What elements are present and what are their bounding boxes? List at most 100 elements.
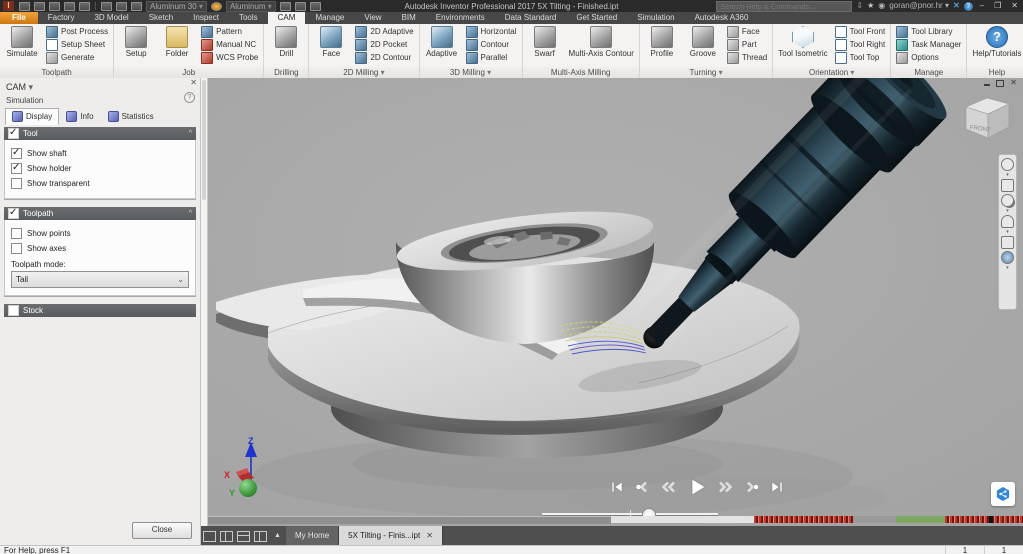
tool-library-button[interactable]: Tool Library [894,25,963,38]
ribbon-group-label-3d-milling[interactable]: 3D Milling [420,67,522,78]
3d-viewport[interactable]: ✕ FRONT ▾ ▾ ▾ ▾ Z X [208,78,1023,526]
show-shaft-checkbox[interactable] [11,148,22,159]
panel-help-icon[interactable]: ? [184,92,195,103]
scrollbar-thumb[interactable] [202,80,206,200]
setup-sheet-button[interactable]: Setup Sheet [44,38,110,51]
plus-icon[interactable] [310,2,321,11]
section-header-stock[interactable]: Stock [4,304,196,317]
horizontal-button[interactable]: Horizontal [464,25,519,38]
operation-timeline-bar[interactable] [208,516,1023,523]
tool-section-checkbox[interactable] [8,128,19,139]
tab-tools[interactable]: Tools [229,12,268,24]
ribbon-group-label-multi-axis-milling[interactable]: Multi-Axis Milling [523,67,639,78]
face-button[interactable]: Face [312,25,350,59]
tab-display[interactable]: Display [5,108,59,125]
user-account[interactable]: goran@pnor.hr ▾ [889,0,949,12]
profile-button[interactable]: Profile [643,25,681,59]
2d-adaptive-button[interactable]: 2D Adaptive [353,25,415,38]
orbit-icon[interactable] [1001,215,1014,228]
tab-info[interactable]: Info [59,108,100,125]
collapse-icon[interactable]: ^ [189,130,192,137]
walk-icon[interactable] [1001,251,1014,264]
full-navigation-wheel-icon[interactable] [1001,158,1014,171]
skip-to-start-button[interactable] [609,479,625,495]
generate-button[interactable]: Generate [44,51,110,64]
checkbox-row-show-holder[interactable]: Show holder [11,161,189,176]
simulate-button[interactable]: Simulate [3,25,41,59]
pan-icon[interactable] [1001,179,1014,192]
tab-environments[interactable]: Environments [426,12,495,24]
turning-part-button[interactable]: Part [725,38,769,51]
pattern-button[interactable]: Pattern [199,25,260,38]
toolpath-section-checkbox[interactable] [8,208,19,219]
tab-my-home[interactable]: My Home [286,526,339,545]
turning-thread-button[interactable]: Thread [725,51,769,64]
cascade-windows-icon[interactable] [203,531,216,542]
ribbon-group-label-manage[interactable]: Manage [891,67,966,78]
tool-front-button[interactable]: Tool Front [833,25,888,38]
material-ball-icon[interactable] [211,2,222,11]
next-operation-button[interactable] [744,479,760,495]
help-icon[interactable]: ? [964,2,973,11]
fx-icon[interactable] [295,2,306,11]
doc-restore-icon[interactable] [996,80,1004,87]
tab-inspect[interactable]: Inspect [183,12,229,24]
redo-icon[interactable] [79,2,90,11]
panel-scrollbar[interactable] [201,78,208,545]
chevron-down-icon[interactable]: ▾ [1006,266,1009,270]
exchange-apps-icon[interactable]: ✕ [953,0,960,12]
appearance-select[interactable]: Aluminum ▾ [226,1,276,12]
tab-cam[interactable]: CAM [268,12,306,24]
2d-pocket-button[interactable]: 2D Pocket [353,38,415,51]
skip-to-end-button[interactable] [769,479,785,495]
play-button[interactable] [686,476,708,498]
close-button[interactable]: ✕ [1008,0,1021,12]
drill-button[interactable]: Drill [267,25,305,59]
tab-sketch[interactable]: Sketch [139,12,183,24]
arrange-windows-icon[interactable] [254,531,267,542]
tool-right-button[interactable]: Tool Right [833,38,888,51]
tab-statistics[interactable]: Statistics [101,108,161,125]
groove-button[interactable]: Groove [684,25,722,59]
panel-title[interactable]: CAM ▾ [0,78,200,93]
undo-icon[interactable] [64,2,75,11]
inventor-logo[interactable]: I [3,1,14,11]
tool-isometric-button[interactable]: Tool Isometric [776,25,829,59]
ribbon-group-label-drilling[interactable]: Drilling [264,67,308,78]
adjust-icon[interactable] [280,2,291,11]
home-icon[interactable] [101,2,112,11]
post-process-button[interactable]: Post Process [44,25,110,38]
swarf-button[interactable]: Swarf [526,25,564,59]
open-icon[interactable] [34,2,45,11]
folder-button[interactable]: Folder [158,25,196,59]
toolpath-mode-select[interactable]: Tail ⌄ [11,271,189,288]
tab-document[interactable]: 5X Tilting - Finis...ipt✕ [339,526,443,545]
ribbon-group-label-help[interactable]: Help [967,67,1023,78]
parallel-button[interactable]: Parallel [464,51,519,64]
section-header-tool[interactable]: Tool ^ [4,127,196,140]
checkbox-row-show-shaft[interactable]: Show shaft [11,146,189,161]
2d-contour-button[interactable]: 2D Contour [353,51,415,64]
search-input[interactable] [716,1,852,12]
tab-view[interactable]: View [354,12,391,24]
favorites-star-icon[interactable]: ★ [867,0,874,12]
chevron-down-icon[interactable]: ▾ [1006,173,1009,177]
chevron-down-icon[interactable]: ▾ [1006,209,1009,213]
tab-manage[interactable]: Manage [305,12,354,24]
options-button[interactable]: Options [894,51,963,64]
previous-operation-button[interactable] [634,479,650,495]
tab-file[interactable]: File [0,12,38,24]
expand-tabs-icon[interactable]: ▲ [269,526,286,545]
close-panel-button[interactable]: Close [132,522,192,539]
view-cube[interactable]: FRONT [957,90,1015,144]
timeline-current-position-marker[interactable] [989,516,993,523]
contour-button[interactable]: Contour [464,38,519,51]
panel-close-icon[interactable]: ✕ [190,78,197,87]
show-axes-checkbox[interactable] [11,243,22,254]
wcs-probe-button[interactable]: WCS Probe [199,51,260,64]
adaptive-button[interactable]: Adaptive [423,25,461,59]
tab-factory[interactable]: Factory [38,12,85,24]
tab-data-standard[interactable]: Data Standard [495,12,567,24]
tile-vertical-icon[interactable] [220,531,233,542]
collapse-icon[interactable]: ^ [189,210,192,217]
